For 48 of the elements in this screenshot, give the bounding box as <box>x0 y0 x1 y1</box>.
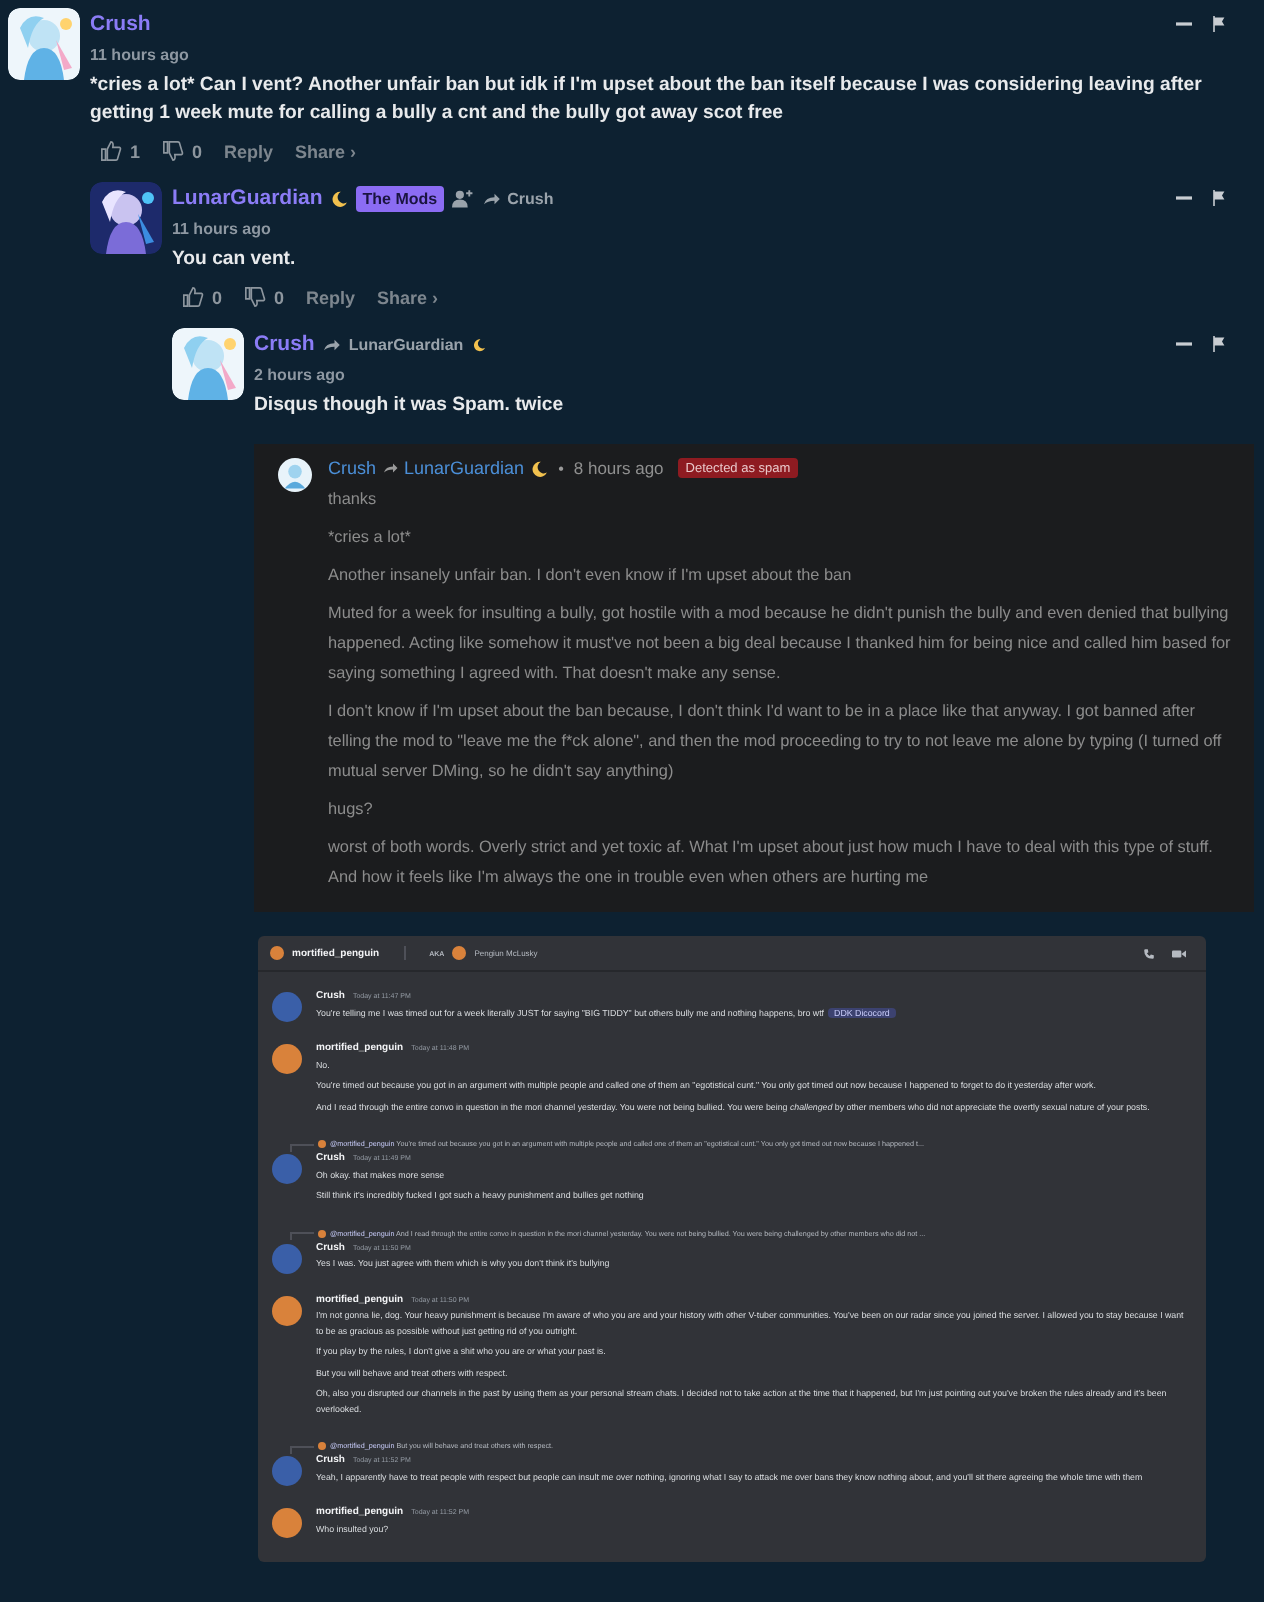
comment-text: *cries a lot* Can I vent? Another unfair ban but idk if I'm upset about the ban itself because I was considering leaving after getting 1 week mute for calling a bully a cnt and the bully got away scot free <box>90 72 1204 128</box>
flag-icon[interactable] <box>1210 190 1226 206</box>
timestamp: 2 hours ago <box>254 366 347 384</box>
comment-action-link[interactable]: Share › <box>377 287 439 307</box>
comment-text: Disqus though it was Spam. twice <box>254 392 566 420</box>
comment-action-link[interactable]: Share › <box>295 141 357 161</box>
reply-arrow-icon <box>382 462 399 474</box>
avatar <box>318 1442 326 1450</box>
avatar <box>452 946 467 960</box>
comment-paragraph: I don't know if I'm upset about the ban because, I don't think I'd want to be in a place like that anyway. I got banned after telling the mod to "leave me the f*ck alone", and then the mod proceeding to try to not leave me alone by typing (I turned off mutual server DMing, so he didn't say anything) <box>328 700 1224 784</box>
downvote-button[interactable]: 0 <box>162 140 203 162</box>
reply-arrow-icon <box>322 337 341 351</box>
collapse-icon[interactable] <box>1176 336 1192 352</box>
avatar <box>318 1140 326 1148</box>
upvote-button[interactable]: 1 <box>100 140 141 162</box>
comment-text: You can vent. <box>172 246 298 274</box>
timestamp: 11 hours ago <box>172 220 273 238</box>
comment-paragraph: Muted for a week for insulting a bully, got hostile with a mod because he didn't punish the bully and even denied that bullying happened. Acting like somehow it must've not been a big deal because I thanked him for being nice and called him based for saying something I agreed with. That doesn't make any sense. <box>328 602 1233 686</box>
video-icon[interactable] <box>1172 947 1186 959</box>
author-name[interactable]: Crush <box>90 12 151 36</box>
comment-paragraph: worst of both words. Overly strict and yet toxic af. What I'm upset about just how much I have to deal with this type of stuff. And how it feels like I'm always the one in trouble even when others are hurting me <box>328 836 1215 890</box>
comment-paragraph: thanks <box>328 488 379 512</box>
flag-icon[interactable] <box>1210 336 1226 352</box>
timestamp: 8 hours ago <box>573 458 664 478</box>
comment-paragraph: Another insanely unfair ban. I don't even know if I'm upset about the ban <box>328 564 854 588</box>
reply-to-link[interactable]: Crush <box>507 189 554 207</box>
flag-icon[interactable] <box>1210 16 1226 32</box>
moderator-badge: The Mods <box>356 185 444 211</box>
phone-icon[interactable] <box>1142 947 1156 959</box>
comment-action-link[interactable]: Reply <box>224 141 274 161</box>
separator-dot: • <box>558 459 564 477</box>
comment-paragraph: hugs? <box>328 798 375 822</box>
downvote-button[interactable]: 0 <box>244 286 285 308</box>
reply-arrow-icon <box>481 191 500 205</box>
timestamp: 11 hours ago <box>90 46 191 64</box>
moon-icon <box>530 459 549 477</box>
comment-action-link[interactable]: Reply <box>306 287 356 307</box>
author-name[interactable]: Crush <box>328 458 377 478</box>
comment-paragraph: *cries a lot* <box>328 526 413 550</box>
upvote-button[interactable]: 0 <box>182 286 223 308</box>
author-name[interactable]: Crush <box>254 332 315 356</box>
avatar <box>318 1229 326 1237</box>
reply-to-link[interactable]: LunarGuardian <box>404 458 525 478</box>
author-name[interactable]: LunarGuardian <box>172 186 323 210</box>
follow-icon[interactable] <box>451 188 474 208</box>
collapse-icon[interactable] <box>1176 16 1192 32</box>
collapse-icon[interactable] <box>1176 190 1192 206</box>
reply-to-link[interactable]: LunarGuardian <box>348 335 464 353</box>
